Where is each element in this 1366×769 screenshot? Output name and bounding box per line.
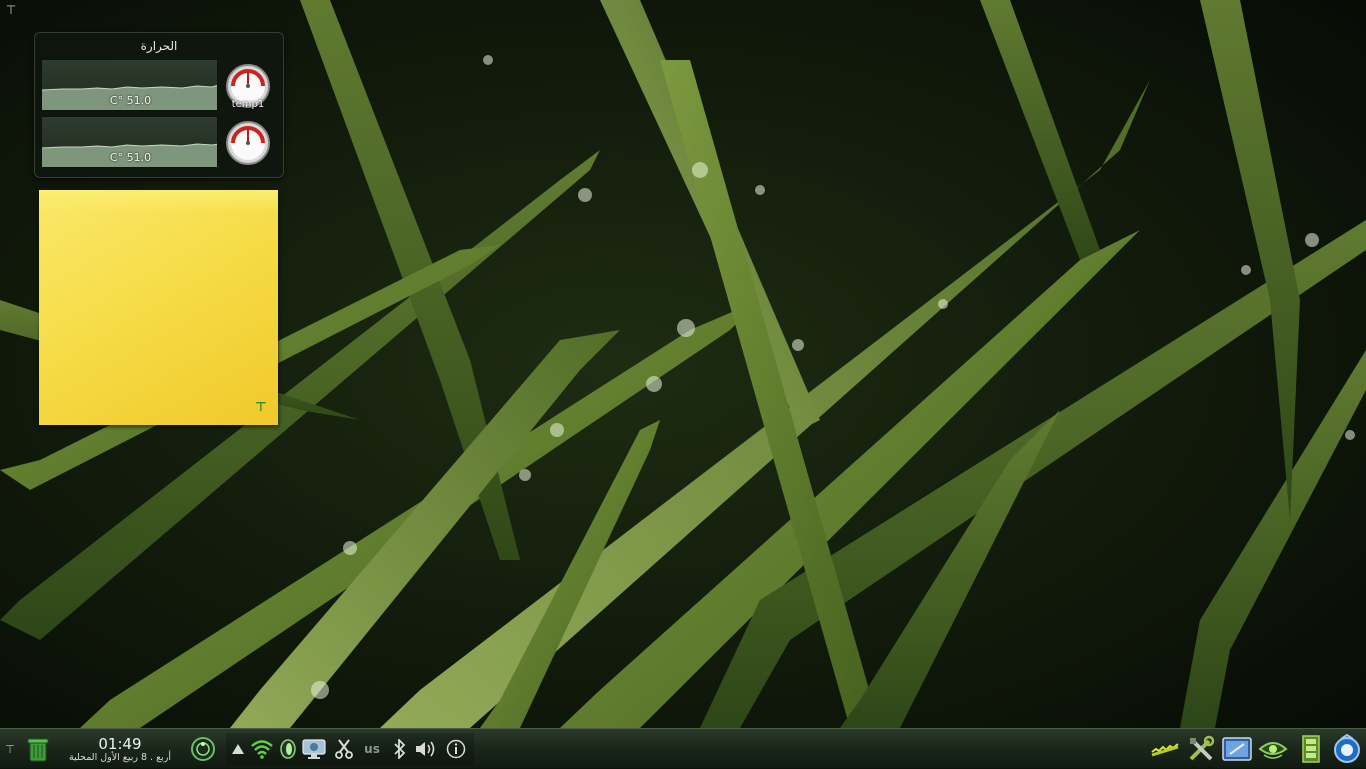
keyboard-layout-label: us (364, 742, 380, 756)
eye-icon[interactable] (1258, 734, 1288, 764)
temperature-value: C° 51.0 (109, 94, 152, 107)
digital-clock[interactable]: 01:49 أربع . 8 ربيع الأول المحلية (60, 729, 180, 769)
temperature-graph: C° 51.0 (41, 116, 218, 168)
tools-icon[interactable] (1186, 734, 1216, 764)
trash-icon[interactable] (24, 729, 52, 769)
clock-date: أربع . 8 ربيع الأول المحلية (68, 752, 172, 763)
note-header (39, 190, 278, 212)
widget-title: الحرارة (140, 39, 178, 53)
display-icon[interactable] (302, 733, 326, 765)
film-icon[interactable] (1296, 734, 1326, 764)
sticky-note[interactable]: ⊤ (39, 190, 278, 425)
info-icon[interactable] (444, 733, 468, 765)
scissors-icon[interactable] (332, 733, 356, 765)
show-hidden-arrow-icon[interactable] (226, 733, 250, 765)
tomahawk-icon[interactable] (276, 733, 300, 765)
gauge-icon (226, 121, 270, 165)
note-toolbox-icon[interactable]: ⊤ (254, 401, 268, 415)
toolbox-icon[interactable]: ⊤ (4, 3, 18, 17)
wifi-icon[interactable] (250, 733, 274, 765)
application-menu-icon[interactable] (1332, 734, 1362, 764)
temperature-value: C° 51.0 (109, 151, 152, 164)
sensor-row: C° 51.0 (41, 116, 277, 168)
system-tray: us (226, 733, 474, 765)
network-monitor-icon[interactable] (1150, 734, 1180, 764)
temperature-widget: الحرارة C° 51.0 temp1 C° 51.0 (34, 32, 284, 178)
sensor-row: C° 51.0 temp1 (41, 59, 277, 111)
keyboard-layout-icon[interactable]: us (360, 733, 384, 765)
sensor-label: temp1 (231, 99, 265, 110)
screenshot-icon[interactable] (1222, 734, 1252, 764)
volume-icon[interactable] (414, 733, 438, 765)
bluetooth-icon[interactable] (388, 733, 412, 765)
panel-toolbox-icon[interactable]: ⊤ (2, 729, 18, 769)
clock-time: 01:49 (98, 735, 142, 753)
activity-manager-icon[interactable] (188, 729, 218, 769)
taskbar-panel: ⊤ 01:49 أربع . 8 ربيع الأول المحلية us (0, 728, 1366, 768)
temperature-graph: C° 51.0 (41, 59, 218, 111)
